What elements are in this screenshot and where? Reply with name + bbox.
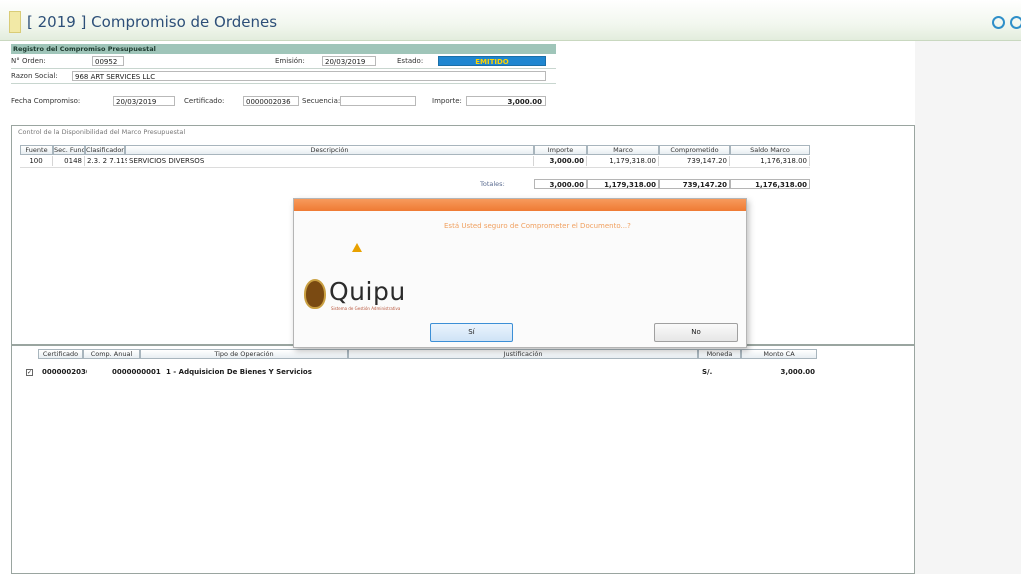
dialog-message: Está Usted seguro de Comprometer el Docu… [444,222,631,230]
orden-label: N° Orden: [11,57,46,65]
fecha-label: Fecha Compromiso: [11,97,81,105]
emision-label: Emisión: [275,57,305,65]
justificacion-cell [348,367,698,377]
column-header-justificacion[interactable]: Justificación [348,349,698,359]
certificado-grid-panel [11,345,915,574]
column-header-clasificador[interactable]: Clasificador [85,145,125,155]
warning-icon [352,243,362,252]
total-comprometido: 739,147.20 [659,179,730,189]
estado-label: Estado: [397,57,424,65]
clasificador-cell: 2.3. 2 7.1199 [87,157,127,165]
estado-field: EMITIDO [438,56,546,66]
comp-anual-cell: 0000000001 [112,368,161,376]
control-grid-title: Control de la Disponibilidad del Marco P… [18,128,186,136]
emision-field[interactable]: 20/03/2019 [322,56,376,66]
quipu-logo-subtitle: Sistema de Gestión Administrativa [331,306,401,311]
column-header-fuente[interactable]: Fuente [20,145,53,155]
column-header-moneda[interactable]: Moneda [698,349,741,359]
orden-field[interactable]: 00952 [92,56,124,66]
certificado-field[interactable]: 0000002036 [243,96,299,106]
no-button[interactable]: No [654,323,738,342]
secuencia-label: Secuencia: [302,97,341,105]
certificado-cell: 0000002036 [42,368,87,376]
quipu-logo-text: Quipu [329,277,406,306]
moneda-cell: S/. [702,368,713,376]
window-title-bar: [ 2019 ] Compromiso de Ordenes [0,0,1021,41]
window-icon [9,11,21,33]
column-header-marco[interactable]: Marco [587,145,659,155]
marco-cell: 1,179,318.00 [587,156,659,166]
column-header-saldo-marco[interactable]: Saldo Marco [730,145,810,155]
tipo-operacion-cell: 1 - Adquisicion De Bienes Y Servicios [166,368,312,376]
quipu-logo-icon [304,279,326,309]
total-saldo: 1,176,318.00 [730,179,810,189]
certificado-label: Certificado: [184,97,225,105]
confirm-dialog: Está Usted seguro de Comprometer el Docu… [293,198,747,348]
dialog-title-bar [294,199,746,211]
sec-func-cell: 0148 [53,156,85,166]
table-row[interactable]: ✓ 0000002036 0000000001 1 - Adquisicion … [24,367,824,378]
refresh-icon[interactable] [992,16,1005,29]
monto-ca-cell: 3,000.00 [780,368,815,376]
table-row[interactable]: 100 0148 2.3. 2 7.1199 SERVICIOS DIVERSO… [20,156,810,168]
fuente-cell: 100 [20,156,53,166]
totales-label: Totales: [480,180,505,188]
divider [11,83,556,84]
total-importe: 3,000.00 [534,179,587,189]
yes-button[interactable]: Sí [430,323,513,342]
divider [11,68,556,69]
right-pane [915,41,1021,574]
window-title: [ 2019 ] Compromiso de Ordenes [27,13,278,31]
razon-label: Razon Social: [11,72,58,80]
column-header-tipo-operacion[interactable]: Tipo de Operación [140,349,348,359]
column-header-certificado[interactable]: Certificado [38,349,83,359]
secuencia-field[interactable] [340,96,416,106]
importe-label: Importe: [432,97,462,105]
row-checkbox[interactable]: ✓ [26,369,33,376]
settings-icon[interactable] [1010,16,1021,29]
total-marco: 1,179,318.00 [587,179,659,189]
column-header-importe[interactable]: Importe [534,145,587,155]
saldo-cell: 1,176,318.00 [730,156,810,166]
column-header-comprometido[interactable]: Comprometido [659,145,730,155]
column-header-descripcion[interactable]: Descripción [125,145,534,155]
column-header-monto-ca[interactable]: Monto CA [741,349,817,359]
comprometido-cell: 739,147.20 [659,156,730,166]
descripcion-cell: SERVICIOS DIVERSOS [127,156,534,166]
importe-field[interactable]: 3,000.00 [466,96,546,106]
fecha-field[interactable]: 20/03/2019 [113,96,175,106]
column-header-comp-anual[interactable]: Comp. Anual [83,349,140,359]
column-header-sec-func[interactable]: Sec. Func. [53,145,85,155]
razon-social-field[interactable]: 968 ART SERVICES LLC [72,71,546,81]
importe-cell: 3,000.00 [534,156,587,166]
registro-section-header: Registro del Compromiso Presupuestal [11,44,556,54]
